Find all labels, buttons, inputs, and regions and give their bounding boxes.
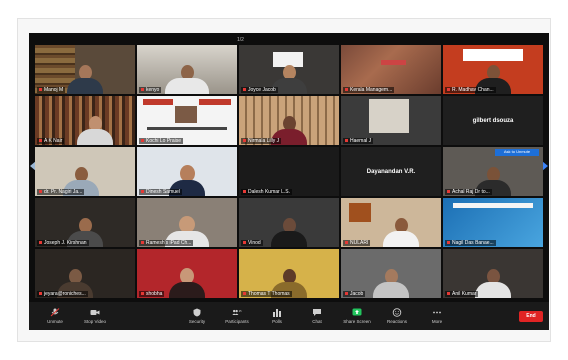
participant-name: Vinod	[241, 240, 263, 246]
participant-name: dr. Pr. Nagiri Ja...	[37, 189, 85, 195]
meeting-toolbar: Unmute Stop Video Security 25 Participan…	[29, 302, 549, 330]
meeting-window: 1/2 Manoj M kenyo Joyce Jacob Kerala Man…	[29, 33, 549, 330]
participant-name: Dalesh Kumar L.S.	[241, 189, 292, 195]
more-dots-icon	[432, 308, 442, 317]
video-tile[interactable]: NULARI	[341, 198, 441, 247]
video-tile[interactable]: Ask to Unmute Achal Raj Dr to...	[443, 147, 543, 196]
reactions-label: Reactions	[386, 319, 407, 324]
participant-name: Ramesh's iPad Ch...	[139, 240, 194, 246]
participant-name: Kochi Lo Praise	[139, 138, 184, 144]
video-tile[interactable]: Dinesh Samuel	[137, 147, 237, 196]
security-label: Security	[188, 319, 206, 324]
video-tile[interactable]: jeyara@roniches...	[35, 249, 135, 298]
participants-button[interactable]: 25 Participants	[217, 308, 257, 324]
participants-count: 25	[239, 310, 242, 313]
stop-video-label: Stop Video	[84, 319, 106, 324]
share-screen-icon	[352, 308, 362, 317]
unmute-label: Unmute	[47, 319, 63, 324]
bar-chart-icon	[272, 308, 282, 317]
participant-name: Nirmala Lilly J	[241, 138, 282, 144]
video-tile[interactable]: shobha	[137, 249, 237, 298]
shield-icon	[192, 308, 202, 317]
participants-label: Participants	[225, 319, 249, 324]
participant-name: R. Madhav Chan...	[445, 87, 496, 93]
video-tile[interactable]: Joseph J. Kirshnan	[35, 198, 135, 247]
more-button[interactable]: More	[417, 308, 457, 324]
participant-name: Achal Raj Dr to...	[445, 189, 492, 195]
video-tile-no-video[interactable]: gilbert dsouza	[443, 96, 543, 145]
share-screen-label: Share Screen	[343, 319, 371, 324]
video-tile[interactable]: A K Nair	[35, 96, 135, 145]
video-tile[interactable]: Nagil Das Banae...	[443, 198, 543, 247]
participant-display-name: Dayanandan V.R.	[366, 168, 416, 175]
participant-name: Dinesh Samuel	[139, 189, 182, 195]
video-tile[interactable]: R. Madhav Chan...	[443, 45, 543, 94]
participant-display-name: gilbert dsouza	[472, 117, 514, 124]
polls-label: Polls	[272, 319, 282, 324]
stop-video-button[interactable]: Stop Video	[75, 308, 115, 324]
participant-name: kenyo	[139, 87, 162, 93]
ask-to-unmute-badge[interactable]: Ask to Unmute	[495, 148, 539, 156]
video-camera-icon	[90, 308, 100, 317]
video-tile[interactable]: Joyce Jacob	[239, 45, 339, 94]
video-tile[interactable]: Anil Kumar	[443, 249, 543, 298]
video-tile[interactable]: Thomas T Thomas	[239, 249, 339, 298]
reactions-button[interactable]: Reactions	[377, 308, 417, 324]
participant-name: Anil Kumar	[445, 291, 479, 297]
participant-name: jeyara@roniches...	[37, 291, 88, 297]
video-tile[interactable]: dr. Pr. Nagiri Ja...	[35, 147, 135, 196]
video-tile[interactable]: Kochi Lo Praise	[137, 96, 237, 145]
participant-name: Haemal J	[343, 138, 374, 144]
participant-name: A K Nair	[37, 138, 65, 144]
video-tile[interactable]: Ramesh's iPad Ch...	[137, 198, 237, 247]
chat-button[interactable]: Chat	[297, 308, 337, 324]
video-tile-no-video[interactable]: Dayanandan V.R.	[341, 147, 441, 196]
chat-label: Chat	[312, 319, 322, 324]
polls-button[interactable]: Polls	[257, 308, 297, 324]
participant-name: Joseph J. Kirshnan	[37, 240, 89, 246]
participant-name: Kerala Managem...	[343, 87, 395, 93]
participant-name: NULARI	[343, 240, 371, 246]
share-screen-button[interactable]: Share Screen	[337, 308, 377, 324]
unmute-button[interactable]: Unmute	[35, 308, 75, 324]
participant-name: Manoj M	[37, 87, 66, 93]
end-meeting-button[interactable]: End	[519, 310, 543, 322]
video-tile[interactable]: Manoj M	[35, 45, 135, 94]
more-label: More	[431, 319, 443, 324]
video-tile-active-speaker[interactable]: kenyo	[137, 45, 237, 94]
participant-name: Joyce Jacob	[241, 87, 278, 93]
video-tile[interactable]: Haemal J	[341, 96, 441, 145]
security-button[interactable]: Security	[177, 308, 217, 324]
smiley-icon	[392, 308, 402, 317]
participants-icon: 25	[232, 308, 242, 317]
microphone-muted-icon	[50, 308, 60, 317]
gallery-grid: Manoj M kenyo Joyce Jacob Kerala Managem…	[35, 45, 543, 298]
video-tile[interactable]: Dalesh Kumar L.S.	[239, 147, 339, 196]
participant-name: shobha	[139, 291, 165, 297]
video-tile[interactable]: Nirmala Lilly J	[239, 96, 339, 145]
video-tile[interactable]: Jacob	[341, 249, 441, 298]
participant-name: Nagil Das Banae...	[445, 240, 496, 246]
page-indicator: 1/2	[237, 37, 244, 43]
video-tile[interactable]: Vinod	[239, 198, 339, 247]
chat-bubble-icon	[312, 308, 322, 317]
participant-name: Thomas T Thomas	[241, 291, 292, 297]
video-tile[interactable]: Kerala Managem...	[341, 45, 441, 94]
participant-name: Jacob	[343, 291, 366, 297]
